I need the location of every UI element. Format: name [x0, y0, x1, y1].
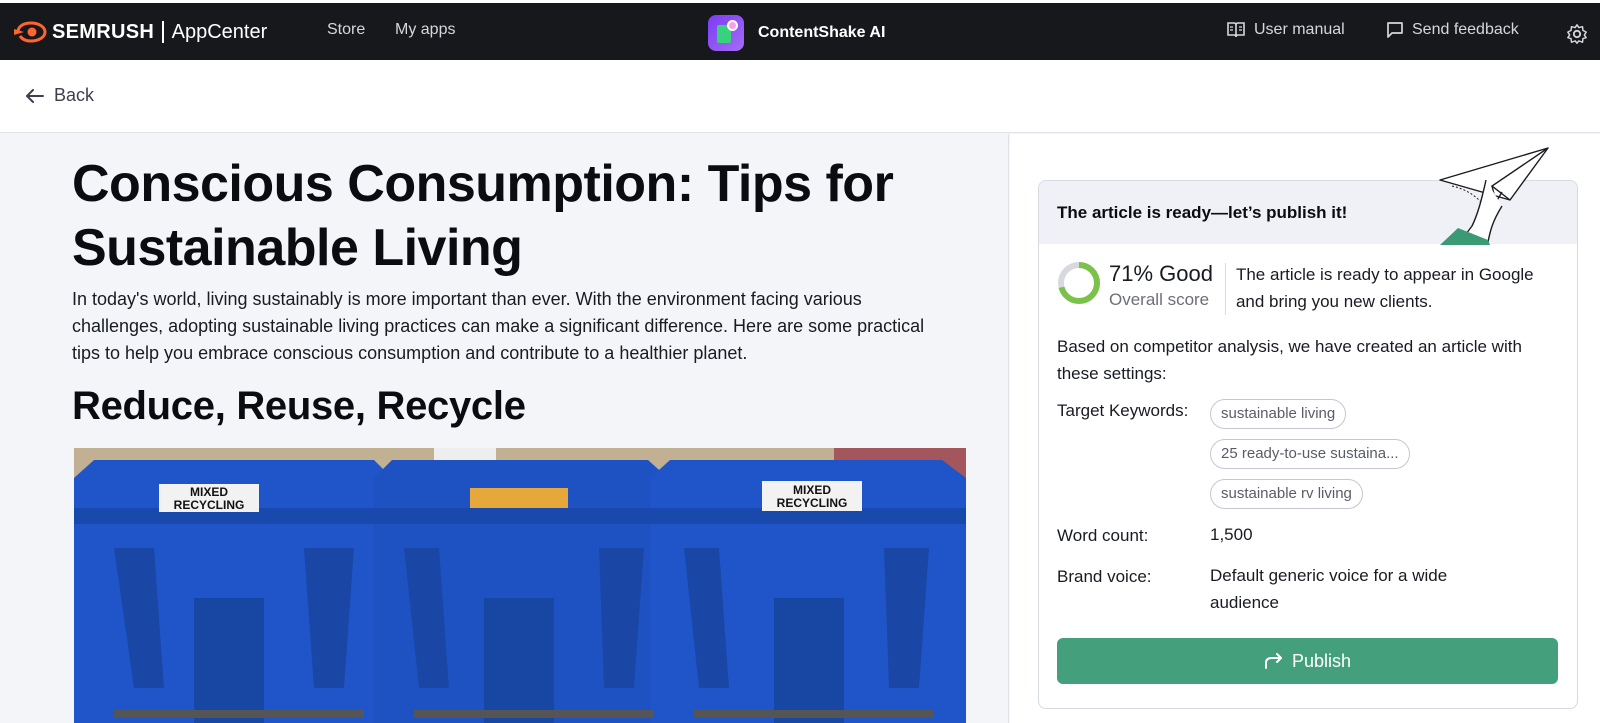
semrush-logo-icon [14, 21, 47, 43]
current-app[interactable]: ContentShake AI [708, 15, 885, 51]
brand-voice-value: Default generic voice for a wide audienc… [1210, 566, 1448, 612]
score-value: 71% Good [1109, 261, 1213, 286]
keyword-tag: sustainable living [1210, 399, 1347, 429]
user-manual-link[interactable]: User manual [1226, 21, 1345, 39]
bin-label-1-bottom: RECYCLING [174, 498, 245, 512]
article-intro: In today's world, living sustainably is … [72, 289, 925, 363]
bin-label-1-top: MIXED [190, 485, 228, 499]
bin-label-3-bottom: RECYCLING [777, 496, 848, 510]
keywords-label: Target Keywords: [1057, 401, 1189, 420]
article-preview: Conscious Consumption: Tips for Sustaina… [0, 134, 1009, 723]
brand-voice-label: Brand voice: [1057, 567, 1152, 586]
nav-my-apps[interactable]: My apps [395, 21, 455, 39]
nav-store[interactable]: Store [327, 21, 365, 39]
publish-label: Publish [1291, 650, 1352, 671]
semrush-logo[interactable]: SEMRUSH AppCenter [14, 17, 267, 47]
article-title: Conscious Consumption: Tips for Sustaina… [72, 155, 894, 277]
publish-button[interactable]: Publish [1057, 638, 1558, 684]
brand-suffix: AppCenter [171, 20, 268, 43]
book-icon [1227, 22, 1245, 38]
paper-plane-illustration [1439, 147, 1549, 245]
back-label: Back [54, 85, 95, 105]
card-title: The article is ready—let’s publish it! [1057, 203, 1348, 222]
send-feedback-link[interactable]: Send feedback [1386, 21, 1519, 39]
top-bar: SEMRUSH AppCenter Store My apps ContentS… [0, 3, 1600, 60]
recycling-bins-image: MIXED RECYCLING MIXED RECYCLING [74, 448, 966, 723]
score-ring-icon [1058, 262, 1100, 304]
score-divider [1224, 263, 1226, 315]
score-row: 71% Good Overall score The article is re… [1057, 261, 1546, 315]
send-feedback-label: Send feedback [1412, 21, 1519, 38]
arrow-left-icon [26, 88, 44, 103]
keyword-tag: sustainable rv living [1210, 479, 1363, 509]
keywords-list: sustainable living 25 ready-to-use susta… [1210, 399, 1410, 519]
settings-intro: Based on competitor analysis, we have cr… [1057, 337, 1522, 383]
back-bar: Back [0, 60, 1600, 133]
word-count-label: Word count: [1057, 526, 1149, 545]
word-count-value: 1,500 [1210, 525, 1253, 544]
article-heading: Reduce, Reuse, Recycle [72, 384, 526, 428]
brand-name: SEMRUSH [52, 20, 155, 43]
publish-card: The article is ready—let’s publish it! 7… [1038, 180, 1578, 709]
score-description: The article is ready to appear in Google… [1235, 265, 1534, 311]
share-arrow-icon [1264, 653, 1282, 669]
score-label: Overall score [1109, 290, 1210, 309]
logo-divider [162, 21, 164, 43]
bin-label-3-top: MIXED [793, 483, 831, 497]
score-text: 71% Good Overall score [1109, 261, 1213, 315]
user-manual-label: User manual [1254, 21, 1345, 38]
gear-icon[interactable] [1566, 23, 1588, 45]
keyword-tag: 25 ready-to-use sustaina... [1210, 439, 1410, 469]
app-name: ContentShake AI [758, 24, 886, 41]
chat-icon [1387, 22, 1403, 38]
contentshake-app-icon [708, 15, 744, 51]
back-button[interactable]: Back [26, 85, 94, 106]
